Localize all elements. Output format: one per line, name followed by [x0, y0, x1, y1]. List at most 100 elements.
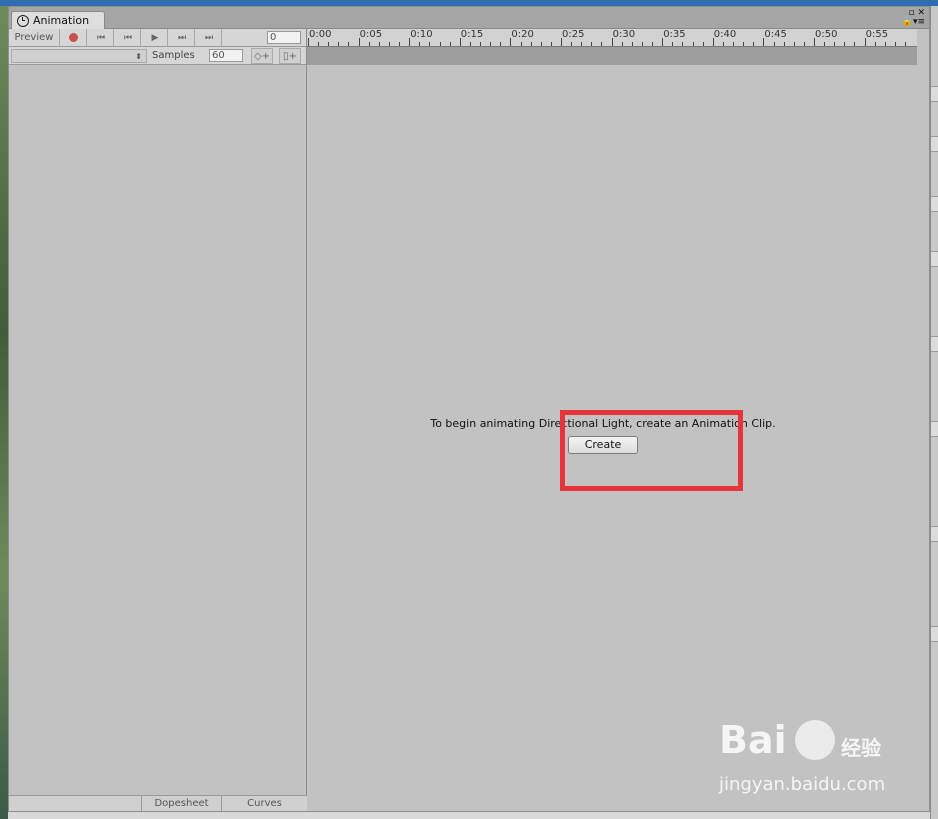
- ruler-tick: [753, 42, 755, 46]
- ruler-tick: [621, 42, 623, 46]
- ruler-tick: [733, 42, 735, 46]
- ruler-tick: [672, 42, 674, 46]
- add-keyframe-button[interactable]: ◇+: [251, 48, 273, 64]
- watermark-brand-cn: 经验: [841, 736, 881, 760]
- paw-logo-icon: [795, 720, 835, 760]
- animation-panel: Animation ▫ ✕ 🔒▾≡ Preview ⏮ ⏮ ▶ ⏭ ⏭ 0 ⬍ …: [8, 6, 930, 813]
- baidu-watermark: Bai 经验 jingyan.baidu.com: [715, 718, 895, 798]
- ruler-tick: [571, 42, 573, 46]
- ruler-tick: [358, 38, 360, 46]
- ruler-tick: [520, 42, 522, 46]
- samples-field[interactable]: 60: [209, 49, 243, 62]
- inspector-field-stub: [931, 86, 938, 102]
- add-event-button[interactable]: ▯+: [279, 48, 301, 64]
- ruler-label: 0:25: [562, 29, 585, 40]
- ruler-tick: [530, 42, 532, 46]
- record-button[interactable]: [60, 29, 87, 46]
- ruler-label: 0:00: [309, 29, 332, 40]
- ruler-tick: [803, 42, 805, 46]
- inspector-field-stub: [931, 196, 938, 212]
- ruler-tick: [884, 42, 886, 46]
- ruler-tick: [662, 38, 664, 46]
- ruler-tick: [702, 42, 704, 46]
- ruler-tick: [722, 42, 724, 46]
- ruler-tick: [399, 42, 401, 46]
- ruler-tick: [510, 38, 512, 46]
- ruler-tick: [824, 42, 826, 46]
- ruler-label: 0:45: [764, 29, 787, 40]
- ruler-tick: [480, 42, 482, 46]
- ruler-label: 0:10: [410, 29, 433, 40]
- ruler-tick: [429, 42, 431, 46]
- ruler-label: 0:55: [865, 29, 889, 40]
- ruler-tick: [561, 38, 562, 46]
- event-strip[interactable]: [307, 47, 917, 65]
- panel-window-controls[interactable]: ▫ ✕ 🔒▾≡: [897, 9, 925, 27]
- ruler-tick: [611, 38, 613, 46]
- ruler-tick: [469, 42, 471, 46]
- ruler-tick: [874, 42, 876, 46]
- ruler-tick: [348, 42, 350, 46]
- ruler-tick: [641, 42, 643, 46]
- ruler-tick: [368, 42, 370, 46]
- inspector-field-stub: [931, 626, 938, 642]
- unity-editor-window: Animation ▫ ✕ 🔒▾≡ Preview ⏮ ⏮ ▶ ⏭ ⏭ 0 ⬍ …: [0, 0, 938, 819]
- ruler-tick: [905, 42, 907, 46]
- ruler-label: 0:20: [511, 29, 534, 40]
- ruler-tick: [854, 42, 856, 46]
- bottom-bar-spacer: [9, 796, 142, 811]
- timeline-ruler[interactable]: 0:00 0:05 0:10 0:15 0:20 0:25 0:30 0:35 0:40 0:45…: [307, 29, 917, 47]
- watermark-brand: Bai: [719, 718, 787, 762]
- ruler-tick: [783, 42, 785, 46]
- frame-field[interactable]: 0: [267, 31, 301, 44]
- ruler-tick: [793, 42, 795, 46]
- tab-dopesheet[interactable]: Dopesheet: [142, 796, 222, 811]
- ruler-tick: [500, 42, 502, 46]
- record-icon: [68, 33, 78, 42]
- ruler-tick: [692, 42, 694, 46]
- ruler-tick: [581, 42, 583, 46]
- property-list-pane: [9, 65, 307, 795]
- ruler-tick: [601, 42, 603, 46]
- ruler-label: 0:05: [359, 29, 383, 40]
- ruler-tick: [550, 42, 552, 46]
- panel-tab-bar: Animation ▫ ✕ 🔒▾≡: [9, 7, 929, 29]
- inspector-panel-edge: [930, 6, 938, 819]
- ruler-tick: [328, 42, 330, 46]
- ruler-tick: [409, 38, 411, 46]
- next-keyframe-icon[interactable]: ⏭: [168, 29, 195, 46]
- ruler-tick: [743, 42, 745, 46]
- clip-dropdown[interactable]: ⬍: [11, 49, 147, 63]
- ruler-tick: [591, 42, 593, 46]
- ruler-tick: [773, 42, 775, 46]
- inspector-field-stub: [931, 526, 938, 542]
- last-keyframe-icon[interactable]: ⏭: [195, 29, 222, 46]
- ruler-label: 0:35: [663, 29, 686, 40]
- ruler-tick: [388, 42, 390, 46]
- previous-keyframe-icon[interactable]: ⏮: [114, 29, 141, 46]
- ruler-tick: [459, 38, 461, 46]
- ruler-tick: [338, 42, 340, 46]
- ruler-tick: [540, 42, 542, 46]
- ruler-tick: [318, 42, 320, 46]
- ruler-tick: [864, 38, 866, 46]
- ruler-label: 0:40: [713, 29, 737, 40]
- ruler-tick: [682, 42, 684, 46]
- preview-button[interactable]: Preview: [9, 29, 60, 46]
- ruler-tick: [490, 42, 492, 46]
- playback-toolbar: Preview ⏮ ⏮ ▶ ⏭ ⏭: [9, 29, 307, 47]
- ruler-tick: [378, 42, 380, 46]
- animation-tab[interactable]: Animation: [11, 11, 105, 29]
- clock-icon: [17, 14, 29, 27]
- first-keyframe-icon[interactable]: ⏮: [87, 29, 114, 46]
- inspector-field-stub: [931, 251, 938, 267]
- animation-tab-label: Animation: [33, 14, 90, 27]
- highlight-annotation: [560, 410, 743, 491]
- samples-label: Samples: [152, 50, 195, 61]
- tab-curves[interactable]: Curves: [222, 796, 307, 811]
- play-icon[interactable]: ▶: [141, 29, 168, 46]
- ruler-tick: [308, 38, 309, 46]
- ruler-tick: [834, 42, 836, 46]
- inspector-field-stub: [931, 421, 938, 437]
- watermark-url: jingyan.baidu.com: [719, 774, 886, 795]
